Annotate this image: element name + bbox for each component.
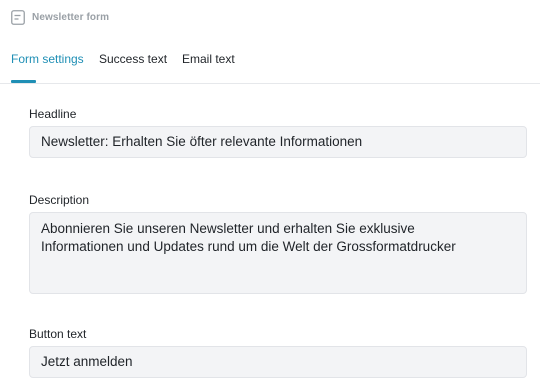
tab-email-text[interactable]: Email text	[182, 52, 235, 66]
form-icon	[11, 10, 25, 25]
tab-bar: Form settings Success text Email text	[0, 45, 540, 84]
tab-form-settings[interactable]: Form settings	[11, 52, 84, 66]
active-tab-indicator	[11, 80, 36, 83]
tab-success-text[interactable]: Success text	[99, 52, 167, 66]
button-text-input[interactable]: Jetzt anmelden	[29, 346, 527, 378]
panel-title: Newsletter form	[32, 12, 110, 23]
newsletter-form-panel: Newsletter form Form settings Success te…	[0, 0, 540, 389]
headline-input[interactable]: Newsletter: Erhalten Sie öfter relevante…	[29, 126, 527, 158]
description-textarea[interactable]: Abonnieren Sie unseren Newsletter und er…	[29, 212, 527, 294]
panel-header: Newsletter form	[11, 10, 109, 25]
button-text-label: Button text	[29, 327, 87, 341]
headline-label: Headline	[29, 107, 77, 121]
description-label: Description	[29, 193, 90, 207]
